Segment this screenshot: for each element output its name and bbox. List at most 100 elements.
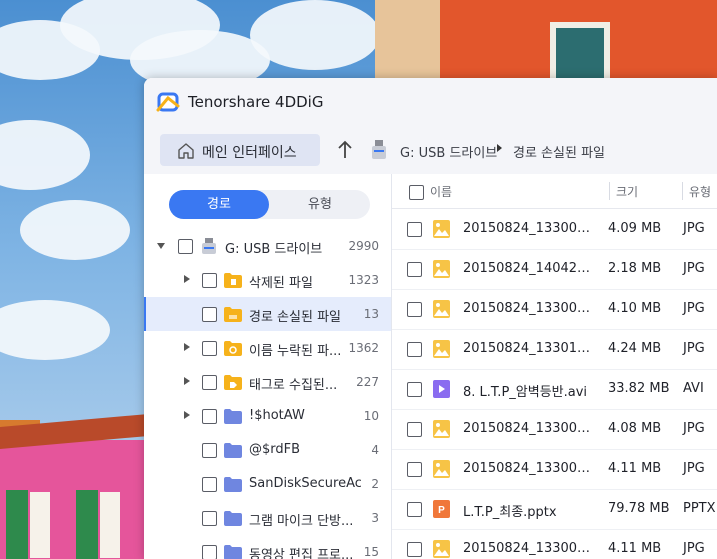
tree-item-checkbox[interactable] <box>178 239 193 254</box>
tree-item-count: 4 <box>371 443 379 457</box>
tree-item[interactable]: 태그로 수집된... 227 <box>144 365 391 399</box>
file-table-header: 이름 크기 유형 <box>392 174 717 209</box>
file-row[interactable]: 20150824_133007_... 4.11 MB JPG <box>392 529 717 559</box>
pptx-file-icon: P <box>433 500 450 518</box>
tree-item-checkbox[interactable] <box>202 545 217 559</box>
breadcrumb-separator-icon <box>497 144 502 152</box>
tree-item-label: SanDiskSecureAc... <box>249 476 361 491</box>
title-bar: Tenorshare 4DDiG <box>144 78 717 128</box>
tree-item-checkbox[interactable] <box>202 477 217 492</box>
file-type: AVI <box>683 381 704 396</box>
tree-item[interactable]: SanDiskSecureAc... 2 <box>144 467 391 501</box>
collapse-arrow-icon[interactable] <box>157 243 165 249</box>
expand-arrow-icon[interactable] <box>184 275 190 283</box>
home-button[interactable]: 메인 인터페이스 <box>160 134 320 166</box>
tree-item[interactable]: G: USB 드라이브 2990 <box>144 229 391 263</box>
tree-item-checkbox[interactable] <box>202 443 217 458</box>
file-checkbox[interactable] <box>407 342 422 357</box>
tree-item[interactable]: 동영상 편집 프로... 15 <box>144 535 391 559</box>
cloud <box>20 200 130 260</box>
app-window: Tenorshare 4DDiG 메인 인터페이스 G: USB 드라이브 경로… <box>144 78 717 559</box>
tree-item-checkbox[interactable] <box>202 409 217 424</box>
tag-folder-icon <box>224 374 242 390</box>
tab-path[interactable]: 경로 <box>169 190 269 219</box>
column-type-header[interactable]: 유형 <box>689 183 711 200</box>
video-file-icon <box>433 380 450 398</box>
tree-item[interactable]: !$hotAW 10 <box>144 399 391 433</box>
folder-icon <box>224 442 242 458</box>
image-file-icon <box>433 540 450 558</box>
file-checkbox[interactable] <box>407 462 422 477</box>
column-name-header[interactable]: 이름 <box>430 183 452 200</box>
tree-item-count: 15 <box>363 545 379 559</box>
tree-item[interactable]: @$rdFB 4 <box>144 433 391 467</box>
column-divider[interactable] <box>682 182 683 200</box>
file-row[interactable]: 20150824_133007_... 4.09 MB JPG <box>392 209 717 250</box>
file-row[interactable]: 20150824_133007_... 4.11 MB JPG <box>392 449 717 490</box>
tree-item[interactable]: 이름 누락된 파... 1362 <box>144 331 391 365</box>
file-type: JPG <box>683 541 705 556</box>
tree-item-checkbox[interactable] <box>202 375 217 390</box>
tree-item[interactable]: 그램 마이크 단방... 3 <box>144 501 391 535</box>
breadcrumb-drive[interactable]: G: USB 드라이브 <box>400 142 497 161</box>
tree-item-label: 경로 손실된 파일 <box>249 310 341 325</box>
file-size: 2.18 MB <box>608 261 662 276</box>
file-name: L.T.P_최종.pptx <box>463 505 557 520</box>
select-all-checkbox[interactable] <box>409 185 424 200</box>
expand-arrow-icon[interactable] <box>184 343 190 351</box>
file-checkbox[interactable] <box>407 502 422 517</box>
file-size: 4.24 MB <box>608 341 662 356</box>
column-divider[interactable] <box>609 182 610 200</box>
file-checkbox[interactable] <box>407 422 422 437</box>
file-size: 4.09 MB <box>608 221 662 236</box>
file-row[interactable]: P L.T.P_최종.pptx 79.78 MB PPTX <box>392 489 717 530</box>
missing-name-folder-icon <box>224 340 242 356</box>
file-size: 4.11 MB <box>608 461 662 476</box>
file-checkbox[interactable] <box>407 302 422 317</box>
image-file-icon <box>433 300 450 318</box>
file-checkbox[interactable] <box>407 222 422 237</box>
tree-item-checkbox[interactable] <box>202 511 217 526</box>
file-row[interactable]: 8. L.T.P_암벽등반.avi 33.82 MB AVI <box>392 369 717 410</box>
file-row[interactable]: 20150824_133016_... 4.24 MB JPG <box>392 329 717 370</box>
expand-arrow-icon[interactable] <box>184 411 190 419</box>
file-row[interactable]: 20150824_133007_... 4.08 MB JPG <box>392 409 717 450</box>
tree-item-label: !$hotAW <box>249 408 305 423</box>
navigation-bar: 메인 인터페이스 G: USB 드라이브 경로 손실된 파일 <box>144 128 717 174</box>
app-logo-icon <box>156 92 180 112</box>
folder-icon <box>224 510 242 526</box>
image-file-icon <box>433 340 450 358</box>
file-row[interactable]: 20150824_133007_... 4.10 MB JPG <box>392 289 717 330</box>
image-file-icon <box>433 220 450 238</box>
file-checkbox[interactable] <box>407 382 422 397</box>
tree-item-label: G: USB 드라이브 <box>225 242 323 257</box>
file-size: 4.08 MB <box>608 421 662 436</box>
file-checkbox[interactable] <box>407 262 422 277</box>
file-name: 20150824_133007_... <box>463 541 595 556</box>
file-row[interactable]: 20150824_140426.j... 2.18 MB JPG <box>392 249 717 290</box>
breadcrumb-current[interactable]: 경로 손실된 파일 <box>513 142 605 161</box>
tree-item-count: 3 <box>371 511 379 525</box>
tree-item[interactable]: 삭제된 파일 1323 <box>144 263 391 297</box>
file-name: 20150824_133016_... <box>463 341 595 356</box>
tree-item-checkbox[interactable] <box>202 341 217 356</box>
tree-item-count: 227 <box>356 375 379 389</box>
folder-icon <box>224 476 242 492</box>
expand-arrow-icon[interactable] <box>184 377 190 385</box>
file-checkbox[interactable] <box>407 542 422 557</box>
image-file-icon <box>433 460 450 478</box>
tree-item-checkbox[interactable] <box>202 273 217 288</box>
cloud <box>250 0 380 70</box>
tree-item-count: 1323 <box>348 273 379 287</box>
tree-item-count: 1362 <box>348 341 379 355</box>
tree-item-checkbox[interactable] <box>202 307 217 322</box>
tab-type[interactable]: 유형 <box>270 190 370 219</box>
file-type: JPG <box>683 421 705 436</box>
file-name: 20150824_133007_... <box>463 421 595 436</box>
usb-drive-icon <box>372 140 386 159</box>
file-size: 4.11 MB <box>608 541 662 556</box>
file-name: 20150824_140426.j... <box>463 261 595 276</box>
column-size-header[interactable]: 크기 <box>616 183 638 200</box>
tree-item[interactable]: 경로 손실된 파일 13 <box>144 297 391 331</box>
up-arrow-icon[interactable] <box>334 138 356 162</box>
